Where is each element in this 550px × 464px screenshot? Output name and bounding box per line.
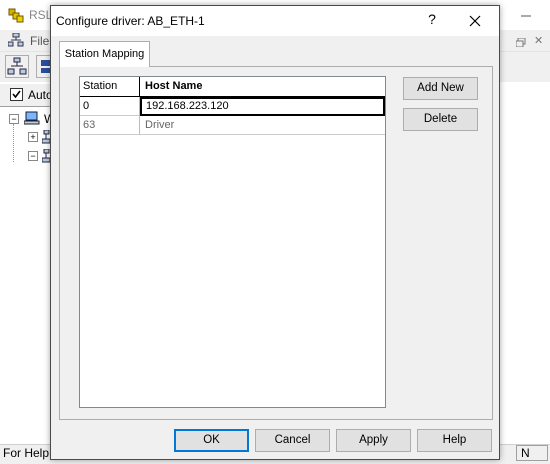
workstation-icon [23, 111, 40, 128]
tab-station-mapping[interactable]: Station Mapping [59, 41, 150, 67]
help-question-icon[interactable]: ? [424, 11, 440, 27]
help-button[interactable]: Help [417, 429, 492, 452]
add-new-button[interactable]: Add New [403, 77, 478, 100]
background-right-panel [500, 84, 550, 444]
dialog-title: Configure driver: AB_ETH-1 [56, 14, 205, 28]
tree-connector [13, 124, 14, 162]
close-icon[interactable] [463, 9, 487, 33]
column-header-station[interactable]: Station [80, 77, 140, 97]
table-row[interactable]: 63 Driver [80, 116, 385, 135]
tree-collapse-icon[interactable]: − [9, 114, 19, 124]
app-icon [8, 7, 26, 26]
menu-file[interactable]: File [30, 34, 49, 48]
apply-button[interactable]: Apply [336, 429, 411, 452]
grid-header: Station Host Name [80, 77, 385, 97]
station-cell[interactable]: 63 [80, 116, 140, 135]
status-num-indicator: N [516, 445, 548, 461]
tree-expand-icon[interactable]: + [28, 132, 38, 142]
autobrowse-label: Auto [28, 88, 53, 102]
autobrowse-checkbox[interactable] [10, 88, 23, 101]
rswho-toolbar-button[interactable] [5, 55, 29, 78]
minimize-icon[interactable] [515, 6, 537, 24]
configure-driver-dialog: Configure driver: AB_ETH-1 ? Station Map… [50, 5, 500, 460]
station-cell[interactable]: 0 [80, 97, 140, 116]
host-name-cell[interactable]: Driver [140, 116, 385, 135]
column-header-host-name[interactable]: Host Name [140, 77, 385, 97]
child-close-icon[interactable]: ✕ [534, 34, 543, 47]
table-row[interactable]: 0 192.168.223.120 [80, 97, 385, 116]
tree-collapse-icon-2[interactable]: − [28, 151, 38, 161]
station-mapping-grid[interactable]: Station Host Name 0 192.168.223.120 63 D… [79, 76, 386, 408]
cancel-button[interactable]: Cancel [255, 429, 330, 452]
network-menu-icon[interactable] [7, 32, 24, 50]
delete-button[interactable]: Delete [403, 108, 478, 131]
status-text: For Help, [3, 446, 53, 460]
restore-icon[interactable] [515, 36, 526, 50]
host-name-cell-editing[interactable]: 192.168.223.120 [140, 97, 385, 116]
ok-button[interactable]: OK [174, 429, 249, 452]
